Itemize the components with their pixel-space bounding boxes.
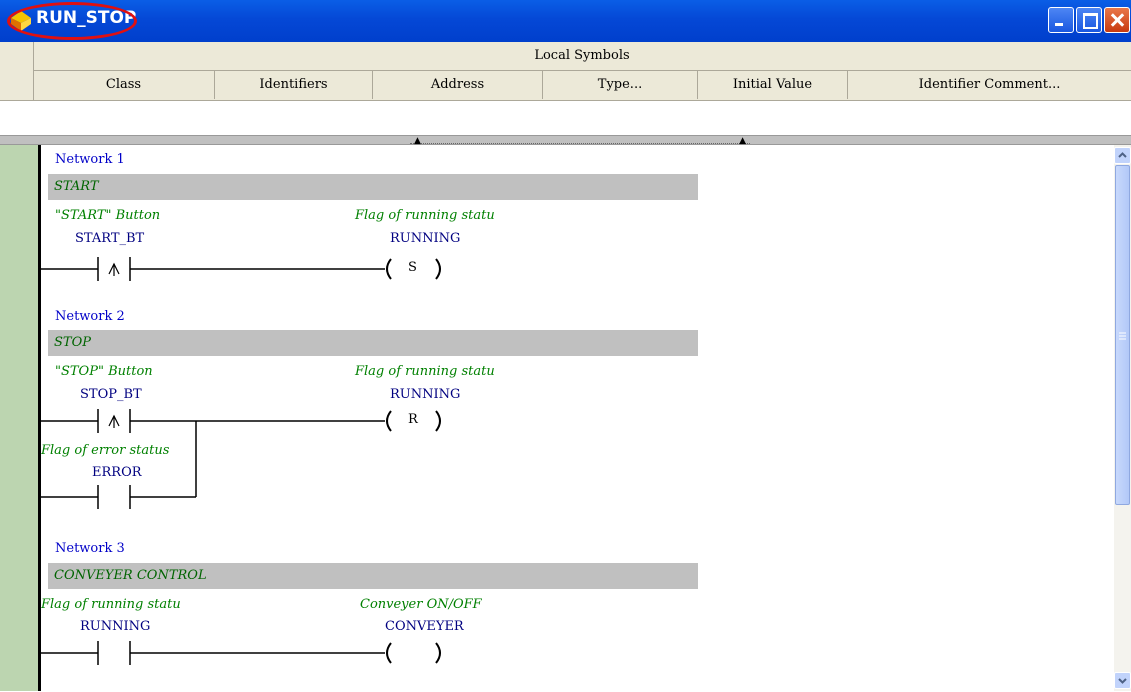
- contact-operand[interactable]: STOP_BT: [80, 387, 142, 402]
- column-header-class[interactable]: Class: [33, 71, 215, 99]
- network-1-comment[interactable]: START: [48, 174, 698, 200]
- column-header-type[interactable]: Type...: [543, 71, 698, 99]
- ladder-editor[interactable]: Network 1 START "START" Button START_BT …: [0, 145, 1114, 691]
- contact-operand[interactable]: RUNNING: [80, 619, 150, 634]
- contact-comment: "START" Button: [55, 208, 161, 223]
- contact-comment: Flag of running statu: [41, 597, 181, 612]
- maximize-button[interactable]: [1076, 7, 1102, 33]
- reset-coil-symbol[interactable]: R: [408, 412, 418, 427]
- minimize-button[interactable]: [1048, 7, 1074, 33]
- coil-comment: Conveyer ON/OFF: [360, 597, 482, 612]
- network-3-label[interactable]: Network 3: [55, 541, 125, 556]
- title-highlight-circle: [7, 2, 137, 40]
- parallel-contact-comment: Flag of error status: [41, 443, 170, 458]
- scroll-thumb[interactable]: [1115, 165, 1130, 505]
- local-symbols-table-header: Local Symbols Class Identifiers Address …: [0, 42, 1131, 101]
- coil-operand[interactable]: RUNNING: [390, 387, 460, 402]
- network-2-comment[interactable]: STOP: [48, 330, 698, 356]
- pane-splitter[interactable]: ▲ ▲: [0, 135, 1131, 146]
- thumb-grip-icon: [1119, 332, 1126, 340]
- scroll-up-button[interactable]: [1114, 147, 1131, 164]
- scroll-down-button[interactable]: [1114, 672, 1131, 689]
- column-header-initial-value[interactable]: Initial Value: [698, 71, 848, 99]
- parallel-contact-operand[interactable]: ERROR: [92, 465, 142, 480]
- column-header-identifiers[interactable]: Identifiers: [215, 71, 373, 99]
- column-header-identifier-comment[interactable]: Identifier Comment...: [848, 71, 1131, 99]
- set-coil-symbol[interactable]: S: [408, 260, 417, 275]
- coil-comment: Flag of running statu: [355, 364, 495, 379]
- collapse-up-icon[interactable]: ▲: [739, 137, 746, 146]
- network-1-label[interactable]: Network 1: [55, 152, 125, 167]
- local-symbols-table-body[interactable]: [0, 101, 1131, 135]
- splitter-grip[interactable]: ▲ ▲: [410, 137, 750, 146]
- contact-comment: "STOP" Button: [55, 364, 153, 379]
- network-2-label[interactable]: Network 2: [55, 309, 125, 324]
- chevron-up-icon: [1118, 152, 1127, 158]
- title-bar[interactable]: RUN_STOP: [0, 0, 1131, 42]
- row-header-gutter: [0, 42, 34, 100]
- contact-operand[interactable]: START_BT: [75, 231, 144, 246]
- collapse-up-icon[interactable]: ▲: [414, 137, 421, 146]
- close-button[interactable]: [1104, 7, 1130, 33]
- local-symbols-title: Local Symbols: [33, 42, 1131, 71]
- coil-comment: Flag of running statu: [355, 208, 495, 223]
- coil-operand[interactable]: CONVEYER: [385, 619, 464, 634]
- chevron-down-icon: [1118, 678, 1127, 684]
- coil-operand[interactable]: RUNNING: [390, 231, 460, 246]
- vertical-scrollbar[interactable]: [1114, 145, 1131, 691]
- network-3-comment[interactable]: CONVEYER CONTROL: [48, 563, 698, 589]
- column-header-address[interactable]: Address: [373, 71, 543, 99]
